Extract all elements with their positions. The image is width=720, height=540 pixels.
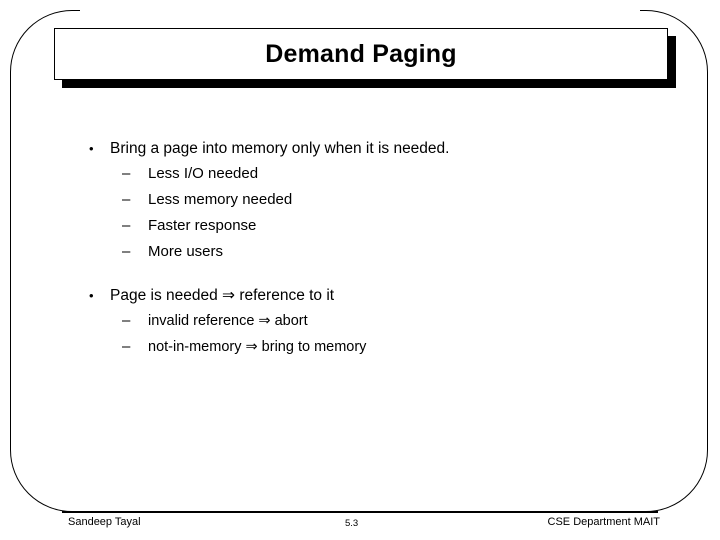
dash-icon: – xyxy=(122,165,131,182)
bullet-item-primary: • Bring a page into memory only when it … xyxy=(86,136,666,161)
sub-bullet-item: – More users xyxy=(86,239,666,265)
bullet-group-2: • Page is needed ⇒ reference to it – inv… xyxy=(86,283,666,360)
dash-icon: – xyxy=(122,312,131,329)
bullet-group-1: • Bring a page into memory only when it … xyxy=(86,136,666,265)
footer-department: CSE Department MAIT xyxy=(547,516,660,528)
bullet-dot-icon: • xyxy=(89,141,94,156)
slide-body: • Bring a page into memory only when it … xyxy=(86,136,666,360)
sub-bullet-label: Less I/O needed xyxy=(148,165,259,182)
frame-bottom-line xyxy=(62,511,658,513)
dash-icon: – xyxy=(122,217,131,234)
page-title: Demand Paging xyxy=(265,39,457,68)
sub-bullet-item: – invalid reference ⇒ abort xyxy=(86,308,666,334)
dash-icon: – xyxy=(122,243,131,260)
sub-bullet-item: – Less I/O needed xyxy=(86,161,666,187)
bullet-item-primary: • Page is needed ⇒ reference to it xyxy=(86,283,666,308)
bullet-label: Page is needed ⇒ reference to it xyxy=(110,287,335,304)
sub-bullet-label: More users xyxy=(148,243,224,260)
sub-bullet-label: Faster response xyxy=(148,217,257,234)
bullet-label: Bring a page into memory only when it is… xyxy=(110,140,450,157)
title-box: Demand Paging xyxy=(54,28,668,80)
sub-bullet-label: Less memory needed xyxy=(148,191,293,208)
sub-bullet-item: – Faster response xyxy=(86,213,666,239)
dash-icon: – xyxy=(122,338,131,355)
sub-bullet-label: not-in-memory ⇒ bring to memory xyxy=(148,339,367,355)
bullet-dot-icon: • xyxy=(89,288,94,303)
slide-footer: Sandeep Tayal 5.3 CSE Department MAIT xyxy=(0,516,720,536)
footer-author: Sandeep Tayal xyxy=(68,516,141,528)
sub-bullet-item: – Less memory needed xyxy=(86,187,666,213)
dash-icon: – xyxy=(122,191,131,208)
slide-canvas: Demand Paging • Bring a page into memory… xyxy=(0,0,720,540)
frame-top-gap xyxy=(80,0,640,11)
sub-bullet-item: – not-in-memory ⇒ bring to memory xyxy=(86,334,666,360)
footer-page-number: 5.3 xyxy=(345,518,359,529)
sub-bullet-label: invalid reference ⇒ abort xyxy=(148,313,308,329)
